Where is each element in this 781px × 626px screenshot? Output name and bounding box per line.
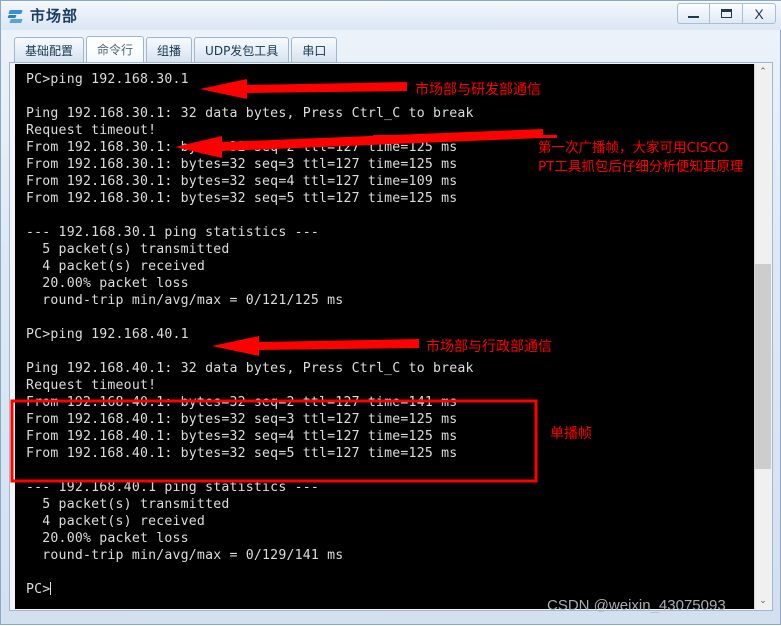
annotation-label-3: 市场部与行政部通信 xyxy=(426,339,552,355)
tab-label: 组播 xyxy=(157,43,182,58)
scrollbar-thumb[interactable] xyxy=(755,264,771,469)
tab-label: 命令行 xyxy=(97,43,134,57)
window-title: 市场部 xyxy=(30,7,79,25)
close-button[interactable]: X xyxy=(743,3,776,24)
tab-command-line[interactable]: 命令行 xyxy=(86,36,145,62)
scroll-down-icon[interactable]: ⌄ xyxy=(755,593,771,609)
scroll-up-icon[interactable]: ⌃ xyxy=(755,64,771,80)
tab-udp-tool[interactable]: UDP发包工具 xyxy=(194,37,290,62)
window-controls: X xyxy=(677,3,776,24)
command-line-window: 市场部 X 基础配置 命令行 组播 UDP发包工具 串口 PC>ping 192… xyxy=(0,0,781,625)
tab-basic-config[interactable]: 基础配置 xyxy=(14,37,85,62)
tab-multicast[interactable]: 组播 xyxy=(146,37,193,62)
tab-bar: 基础配置 命令行 组播 UDP发包工具 串口 xyxy=(14,35,339,62)
minimize-icon xyxy=(688,16,699,18)
annotation-label-2: 第一次广播帧，大家可用CISCO PT工具抓包后仔细分析便知其原理 xyxy=(538,140,744,175)
close-icon: X xyxy=(754,5,764,22)
minimize-button[interactable] xyxy=(677,3,710,24)
tab-serial-port[interactable]: 串口 xyxy=(291,37,338,62)
tab-label: UDP发包工具 xyxy=(205,43,279,58)
text-cursor xyxy=(50,582,52,595)
annotation-label-unicast: 单播帧 xyxy=(550,426,592,442)
watermark: CSDN @weixin_43075093 xyxy=(547,597,726,614)
network-device-icon xyxy=(7,7,25,25)
tab-label: 串口 xyxy=(302,43,327,58)
annotation-label-1: 市场部与研发部通信 xyxy=(415,82,541,98)
maximize-button[interactable] xyxy=(710,3,743,24)
tab-label: 基础配置 xyxy=(25,43,74,58)
window-titlebar: 市场部 X xyxy=(1,1,781,30)
maximize-icon xyxy=(720,9,732,18)
terminal-scrollbar[interactable]: ⌃ ⌄ xyxy=(754,64,771,609)
console-text: PC>ping 192.168.30.1 Ping 192.168.30.1: … xyxy=(26,72,474,597)
